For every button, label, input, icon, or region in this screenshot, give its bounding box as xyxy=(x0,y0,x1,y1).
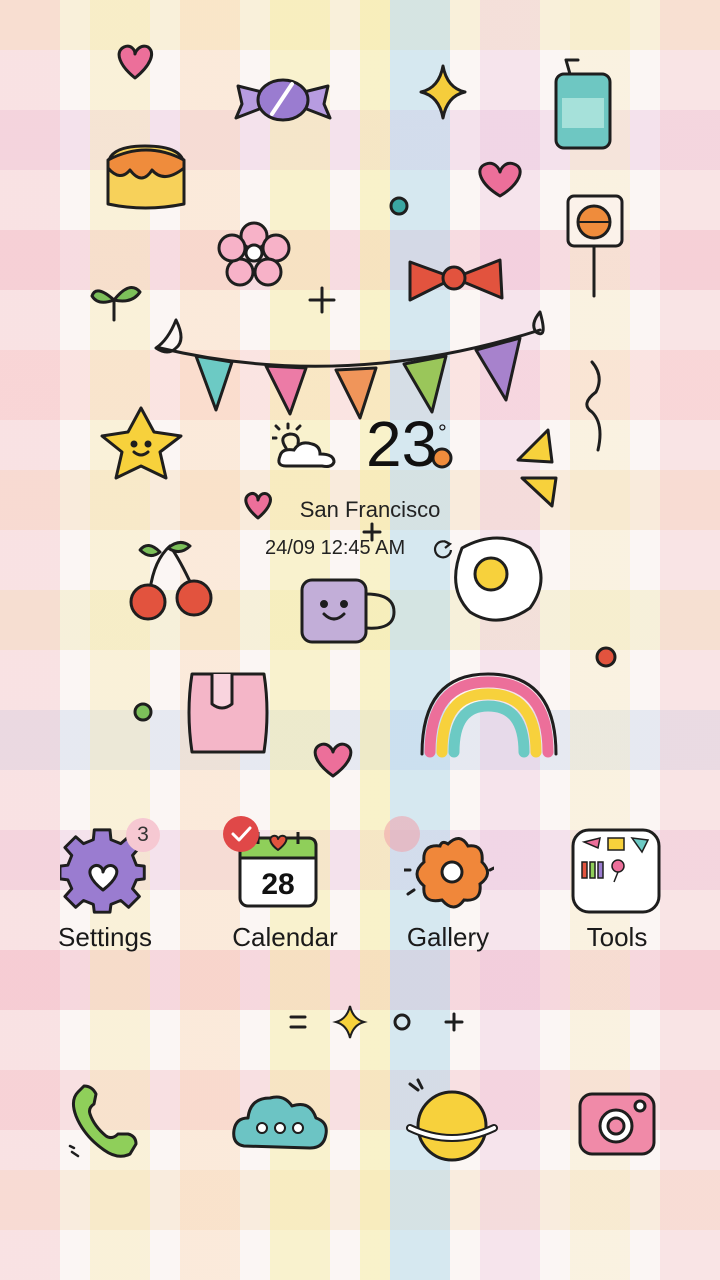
heart-doodle-icon xyxy=(313,742,353,778)
weather-location: San Francisco xyxy=(299,497,441,522)
notification-dot xyxy=(384,816,420,852)
weather-datetime: 24/09 12:45 AM xyxy=(265,537,406,559)
heart-doodle-icon xyxy=(117,44,153,80)
dot-doodle-icon xyxy=(595,646,617,668)
temperature: 23 xyxy=(366,408,438,480)
pouch-doodle-icon xyxy=(187,672,269,754)
refresh-icon[interactable] xyxy=(432,538,454,560)
phone-icon[interactable] xyxy=(64,1082,144,1166)
flower-doodle-icon xyxy=(217,221,291,287)
heart-doodle-icon xyxy=(478,161,522,198)
dot-doodle-icon xyxy=(389,196,409,216)
circle-icon xyxy=(393,1013,411,1031)
mug-doodle-icon xyxy=(300,578,396,644)
star-doodle-icon xyxy=(100,406,183,480)
cherries-doodle-icon xyxy=(129,541,213,621)
calendar-day: 28 xyxy=(261,868,294,901)
planet-icon[interactable] xyxy=(402,1078,498,1168)
plus-doodle-icon xyxy=(308,286,336,314)
check-badge xyxy=(223,816,259,852)
bow-doodle-icon xyxy=(408,258,504,302)
app-label-settings: Settings xyxy=(58,922,152,952)
camera-icon[interactable] xyxy=(576,1086,658,1160)
check-icon xyxy=(231,826,252,842)
sparkle-icon xyxy=(332,1005,368,1039)
partly-cloudy-icon xyxy=(272,422,336,468)
sparkle-doodle-icon xyxy=(419,64,467,120)
soda-can-doodle-icon xyxy=(554,58,612,150)
sprout-doodle-icon xyxy=(90,286,142,322)
fried-egg-doodle-icon xyxy=(454,536,543,622)
rainbow-doodle-icon xyxy=(420,672,558,758)
plus-icon xyxy=(444,1012,464,1032)
app-label-gallery: Gallery xyxy=(406,922,490,952)
app-label-calendar: Calendar xyxy=(232,922,338,952)
notification-badge: 3 xyxy=(126,818,160,852)
toolbox-icon xyxy=(571,828,661,914)
pudding-doodle-icon xyxy=(106,144,186,210)
squiggle-doodle-icon xyxy=(585,360,602,452)
triangle-doodle-icon xyxy=(516,428,558,508)
temperature-unit: ° xyxy=(438,420,447,445)
bunting-doodle-icon xyxy=(154,310,545,420)
lollipop-doodle-icon xyxy=(566,194,624,298)
menu-lines-icon xyxy=(289,1015,307,1029)
message-cloud-icon[interactable] xyxy=(230,1086,330,1156)
app-label-tools: Tools xyxy=(586,922,648,952)
candy-doodle-icon xyxy=(234,78,332,122)
dot-doodle-icon xyxy=(133,702,153,722)
